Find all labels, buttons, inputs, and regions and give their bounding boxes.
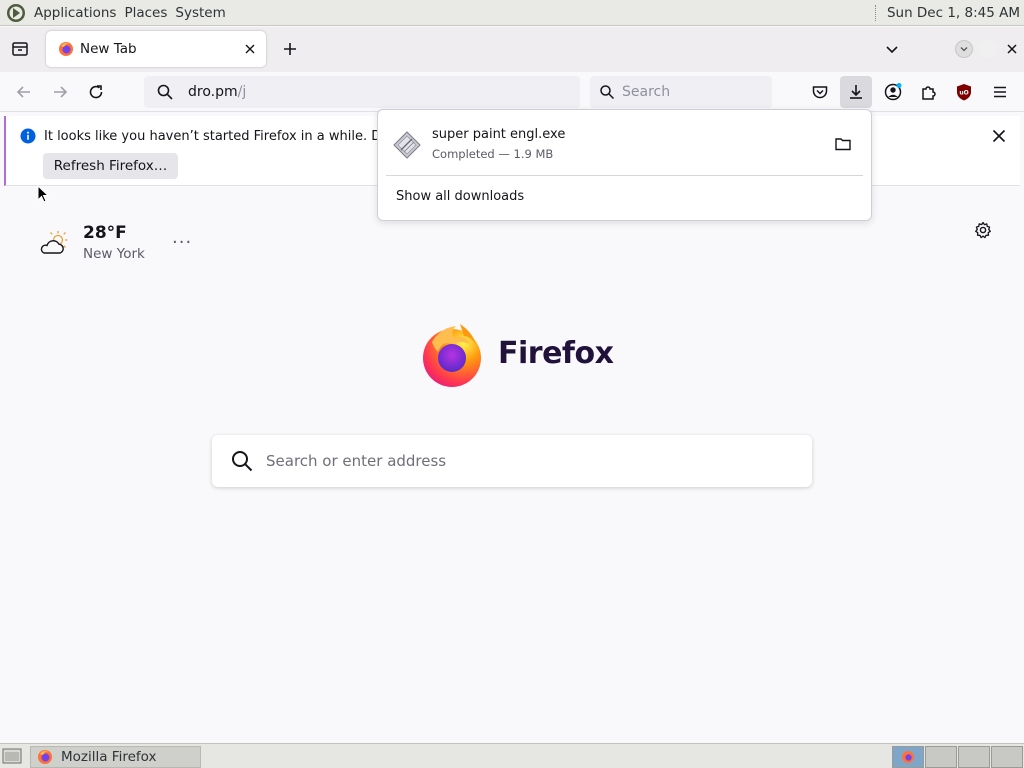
- gear-icon[interactable]: [974, 221, 992, 239]
- firefox-icon: [902, 751, 914, 763]
- url-host: dro.pm: [188, 84, 238, 100]
- show-all-downloads-link[interactable]: Show all downloads: [396, 189, 524, 204]
- places-menu[interactable]: Places: [120, 5, 171, 21]
- tab-bar: New Tab: [0, 27, 1024, 72]
- workspace-1[interactable]: [892, 746, 924, 768]
- close-window-icon[interactable]: [1003, 40, 1021, 58]
- svg-text:uO: uO: [959, 90, 968, 97]
- divider: [386, 175, 863, 176]
- taskbar-window-firefox[interactable]: Mozilla Firefox: [30, 746, 201, 768]
- chevron-down-icon[interactable]: [882, 39, 902, 59]
- mouse-cursor-icon: [37, 185, 49, 203]
- chevron-down-icon: [960, 47, 968, 52]
- partly-cloudy-icon: [40, 231, 68, 254]
- search-icon: [232, 451, 253, 472]
- taskbar-window-title: Mozilla Firefox: [61, 749, 157, 765]
- weather-more-options-icon[interactable]: ···: [172, 232, 192, 253]
- account-icon[interactable]: [883, 82, 903, 102]
- forward-icon[interactable]: [50, 82, 70, 102]
- ntp-search-input[interactable]: [266, 452, 786, 470]
- workspace-3[interactable]: [958, 746, 990, 768]
- firefox-wordmark: Firefox: [498, 336, 614, 371]
- weather-widget[interactable]: 28°F New York ···: [38, 222, 198, 266]
- refresh-firefox-button[interactable]: Refresh Firefox…: [43, 153, 178, 179]
- extensions-icon[interactable]: [919, 82, 939, 102]
- maximize-button[interactable]: [979, 40, 997, 58]
- firefox-logo-icon: [423, 324, 481, 387]
- applications-menu[interactable]: Applications: [30, 5, 120, 21]
- search-icon: [600, 85, 615, 100]
- workspace-4[interactable]: [991, 746, 1023, 768]
- ublock-origin-icon[interactable]: uO: [954, 82, 974, 102]
- url-path: /j: [237, 84, 247, 100]
- notification-message: It looks like you haven’t started Firefo…: [44, 129, 418, 144]
- url-bar[interactable]: dro.pm/j: [144, 76, 580, 108]
- downloads-button[interactable]: [840, 76, 872, 108]
- close-icon[interactable]: [990, 127, 1008, 145]
- firefox-favicon-icon: [59, 42, 73, 56]
- search-input[interactable]: [622, 84, 762, 100]
- show-desktop-icon[interactable]: [2, 748, 22, 765]
- hamburger-menu-icon[interactable]: [990, 82, 1010, 102]
- search-bar[interactable]: [590, 76, 772, 108]
- panel-separator: [874, 5, 877, 21]
- firefox-branding: Firefox: [420, 322, 620, 390]
- downloads-panel: super paint engl.exe Completed — 1.9 MB …: [377, 109, 872, 221]
- firefox-view-icon[interactable]: [10, 39, 30, 59]
- info-icon: [20, 128, 36, 144]
- tab-new-tab[interactable]: New Tab: [46, 31, 266, 67]
- url-text[interactable]: dro.pm/j: [188, 84, 246, 100]
- reload-icon[interactable]: [86, 82, 106, 102]
- executable-file-icon: [393, 131, 421, 159]
- tab-title: New Tab: [80, 41, 137, 57]
- system-menu[interactable]: System: [171, 5, 229, 21]
- folder-icon[interactable]: [834, 135, 852, 153]
- download-filename: super paint engl.exe: [432, 127, 566, 142]
- weather-temperature: 28°F: [83, 223, 127, 243]
- firefox-icon: [38, 750, 52, 764]
- ntp-search-box[interactable]: [212, 435, 812, 487]
- back-icon[interactable]: [14, 82, 34, 102]
- download-status: Completed — 1.9 MB: [432, 147, 554, 161]
- minimize-button[interactable]: [955, 40, 973, 58]
- workspace-2[interactable]: [925, 746, 957, 768]
- new-tab-icon[interactable]: [280, 39, 300, 59]
- bottom-panel: Mozilla Firefox: [0, 743, 1024, 768]
- top-panel: Applications Places System Sun Dec 1, 8:…: [0, 0, 1024, 26]
- distro-logo-icon[interactable]: [6, 3, 26, 23]
- close-tab-icon[interactable]: [242, 41, 258, 57]
- nav-bar: dro.pm/j uO: [0, 72, 1024, 112]
- download-icon: [850, 85, 862, 99]
- weather-location: New York: [83, 246, 145, 262]
- clock[interactable]: Sun Dec 1, 8:45 AM: [887, 5, 1020, 21]
- pocket-icon[interactable]: [810, 82, 830, 102]
- search-icon: [157, 84, 173, 100]
